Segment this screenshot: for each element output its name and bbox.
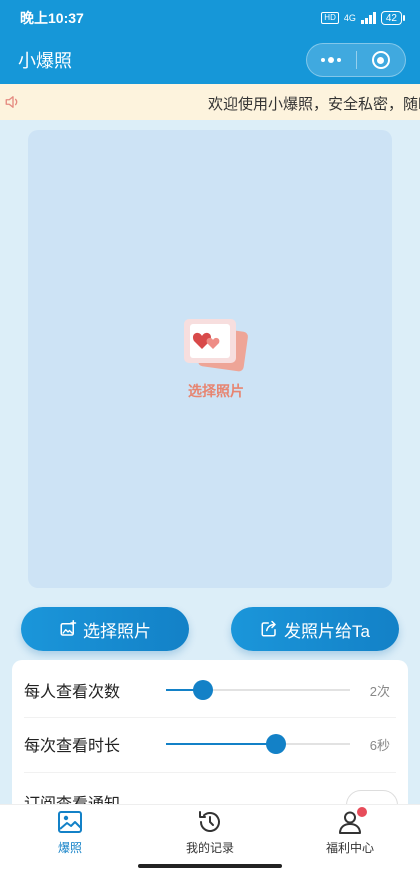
slider-thumb[interactable]	[266, 734, 287, 754]
network-label: 4G	[343, 12, 356, 23]
select-photo-button[interactable]: 选择照片	[21, 607, 189, 651]
slider-thumb[interactable]	[192, 680, 213, 700]
view-duration-row: 每次查看时长 6秒	[24, 716, 396, 772]
mini-program-capsule	[306, 43, 406, 77]
photo-picker-label: 选择照片	[188, 383, 244, 399]
status-time: 晚上10:37	[20, 10, 84, 26]
send-photo-button[interactable]: 发照片给Ta	[231, 607, 399, 651]
photo-area[interactable]: 选择照片	[28, 130, 392, 588]
nav-bar: 小爆照	[0, 36, 420, 84]
divider	[24, 772, 396, 773]
views-per-person-row: 每人查看次数 2次	[24, 662, 396, 718]
photo-picker[interactable]: 选择照片	[176, 317, 256, 401]
tab-welfare[interactable]: 福利中心	[280, 805, 420, 860]
status-icons: HD 4G 42	[321, 11, 406, 25]
tab-records-label: 我的记录	[185, 841, 234, 855]
hd-badge: HD	[321, 12, 339, 24]
user-icon-wrap	[337, 805, 369, 835]
speaker-icon	[5, 96, 18, 108]
photo-icon	[58, 811, 82, 833]
target-icon	[371, 51, 390, 69]
notice-bar: 欢迎使用小爆照，安全私密，随时	[0, 84, 420, 120]
image-add-icon	[60, 620, 77, 636]
tab-records[interactable]: 我的记录	[140, 805, 280, 860]
view-duration-value: 6秒	[369, 737, 390, 753]
status-bar: 晚上10:37 HD 4G 42	[0, 0, 420, 36]
slider-fill	[166, 743, 277, 745]
views-per-person-slider[interactable]	[166, 680, 350, 700]
tab-photo[interactable]: 爆照	[0, 805, 140, 860]
signal-icon	[360, 12, 376, 24]
settings-card: 每人查看次数 2次 每次查看时长 6秒 订阅查看通知	[12, 660, 408, 810]
view-duration-label: 每次查看时长	[24, 738, 121, 755]
battery-level: 42	[385, 12, 397, 24]
more-icon	[321, 57, 342, 63]
home-indicator[interactable]	[138, 864, 282, 868]
select-photo-label: 选择照片	[83, 621, 151, 641]
close-mini-program-button[interactable]	[357, 44, 406, 76]
view-duration-slider[interactable]	[166, 734, 350, 754]
more-button[interactable]	[307, 44, 356, 76]
tab-bar: 爆照 我的记录 福利中心	[0, 804, 420, 860]
history-icon	[199, 811, 220, 832]
notification-badge	[355, 805, 369, 819]
share-icon	[261, 620, 276, 637]
photo-picker-icon	[180, 317, 252, 373]
views-per-person-label: 每人查看次数	[24, 684, 121, 701]
page-title: 小爆照	[18, 51, 72, 71]
tab-welfare-label: 福利中心	[325, 841, 374, 855]
notice-text: 欢迎使用小爆照，安全私密，随时	[208, 96, 420, 113]
tab-photo-label: 爆照	[57, 841, 82, 855]
views-per-person-value: 2次	[369, 683, 390, 699]
send-photo-label: 发照片给Ta	[284, 621, 370, 641]
battery-icon: 42	[380, 11, 406, 25]
